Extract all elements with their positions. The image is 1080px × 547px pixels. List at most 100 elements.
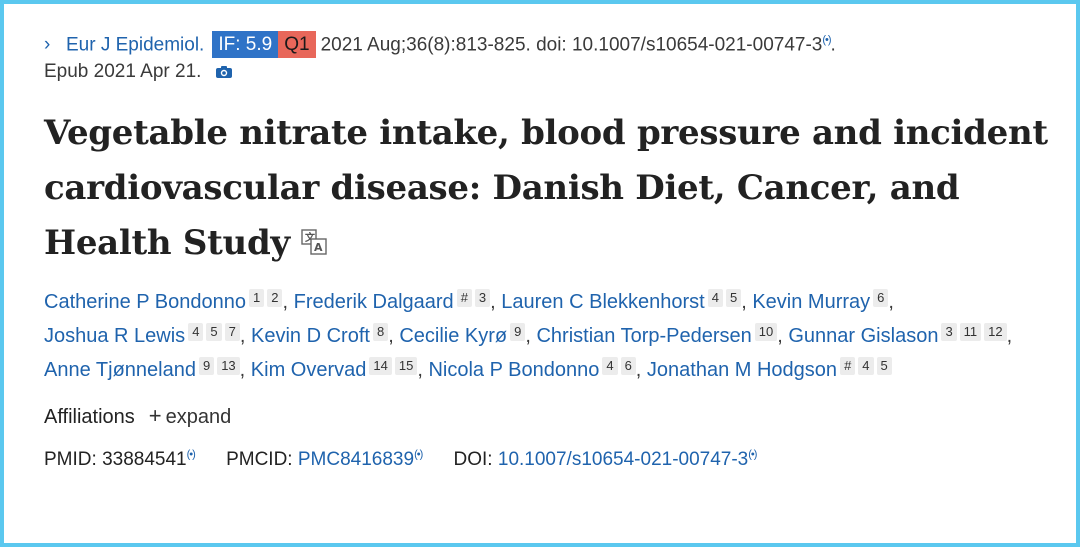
citation-details: 2021 Aug;36(8):813-825. doi: 10.1007/s10…: [320, 34, 823, 56]
affiliation-ref[interactable]: 4: [188, 322, 204, 341]
title-line-3: Health Study 文 A: [44, 216, 1064, 273]
broadcast-icon[interactable]: (•): [748, 449, 757, 461]
author-item: Catherine P Bondonno 1 2,: [44, 288, 289, 313]
author-name-link[interactable]: Frederik Dalgaard: [294, 291, 454, 313]
doi-label: DOI:: [453, 448, 493, 470]
author-item: Gunnar Gislason 3 11 12,: [788, 322, 1013, 347]
affiliation-ref[interactable]: #: [840, 356, 856, 375]
author-name-link[interactable]: Kim Overvad: [251, 359, 367, 381]
camera-icon[interactable]: [215, 58, 233, 90]
title-line-3-text: Health Study: [44, 223, 290, 263]
impact-factor-badge: IF: 5.9: [212, 31, 279, 59]
affiliation-ref[interactable]: 12: [984, 322, 1007, 341]
separator: ,: [888, 290, 894, 313]
affiliation-ref[interactable]: 1: [249, 288, 265, 307]
author-name-link[interactable]: Jonathan M Hodgson: [647, 359, 837, 381]
separator: ,: [741, 290, 747, 313]
separator: ,: [1006, 324, 1013, 347]
separator: ,: [777, 324, 783, 347]
author-item: Kevin D Croft 8,: [251, 322, 394, 347]
identifiers-row: PMID: 33884541(•) PMCID: PMC8416839(•) D…: [44, 440, 1064, 475]
author-name-link[interactable]: Gunnar Gislason: [788, 325, 938, 347]
affiliation-ref[interactable]: #: [456, 288, 472, 307]
pmcid-label: PMCID:: [226, 448, 293, 470]
author-name-link[interactable]: Catherine P Bondonno: [44, 291, 246, 313]
title-line-1: Vegetable nitrate intake, blood pressure…: [44, 113, 1048, 153]
article-title: Vegetable nitrate intake, blood pressure…: [44, 106, 1064, 273]
doi-group: DOI: 10.1007/s10654-021-00747-3(•): [453, 448, 758, 470]
affiliation-ref[interactable]: 3: [474, 288, 491, 307]
separator: ,: [388, 324, 394, 347]
author-name-link[interactable]: Nicola P Bondonno: [428, 359, 599, 381]
author-list: Catherine P Bondonno 1 2, Frederik Dalgaar…: [44, 285, 1064, 387]
author-item: Nicola P Bondonno 4 6,: [428, 356, 642, 381]
author-item: Anne Tjønneland 9 13,: [44, 356, 246, 381]
affiliation-ref[interactable]: 4: [602, 356, 618, 375]
author-item: Frederik Dalgaard #3,: [294, 288, 496, 313]
author-item: Christian Torp-Pedersen 10,: [536, 322, 783, 347]
translate-icon[interactable]: 文 A: [300, 218, 328, 273]
doi-link[interactable]: 10.1007/s10654-021-00747-3: [498, 449, 748, 470]
author-item: Kevin Murray 6,: [752, 288, 894, 313]
pmid-label: PMID:: [44, 448, 97, 470]
author-item: Lauren C Blekkenhorst 4 5,: [501, 288, 747, 313]
broadcast-icon[interactable]: (•): [414, 449, 423, 461]
affiliation-ref[interactable]: 11: [959, 322, 982, 341]
affiliation-ref[interactable]: 9: [198, 356, 215, 375]
citation-line-2: Epub 2021 Apr 21.: [44, 56, 1064, 88]
author-item: Cecilie Kyrø 9,: [399, 322, 531, 347]
broadcast-icon[interactable]: (•): [822, 34, 831, 46]
author-name-link[interactable]: Lauren C Blekkenhorst: [501, 291, 704, 313]
pmid-value: 33884541: [102, 448, 187, 470]
author-name-link[interactable]: Cecilie Kyrø: [399, 325, 507, 347]
affiliation-ref[interactable]: 14: [369, 356, 392, 375]
epub-date: Epub 2021 Apr 21.: [44, 61, 202, 82]
pmcid-link[interactable]: PMC8416839: [298, 449, 414, 470]
author-name-link[interactable]: Joshua R Lewis: [44, 325, 185, 347]
author-item: Jonathan M Hodgson #4 5: [647, 356, 892, 381]
affiliation-ref[interactable]: 9: [510, 322, 526, 341]
citation-line-1: › Eur J Epidemiol. IF: 5.9 Q1 2021 Aug;36(8)…: [44, 24, 1064, 59]
pmid-group: PMID: 33884541(•): [44, 448, 196, 470]
affiliation-ref[interactable]: 13: [217, 356, 240, 375]
affiliation-ref[interactable]: 5: [876, 356, 892, 375]
separator: ,: [490, 290, 496, 313]
affiliation-ref[interactable]: 15: [394, 356, 418, 375]
citation-block: › Eur J Epidemiol. IF: 5.9 Q1 2021 Aug;36(8)…: [44, 24, 1064, 88]
affiliation-ref[interactable]: 4: [707, 288, 723, 307]
pmcid-group: PMCID: PMC8416839(•): [226, 448, 423, 470]
affiliation-ref[interactable]: 3: [941, 322, 957, 341]
page-frame: › Eur J Epidemiol. IF: 5.9 Q1 2021 Aug;36(8)…: [0, 0, 1080, 547]
separator: ,: [525, 324, 531, 347]
broadcast-icon[interactable]: (•): [187, 449, 196, 461]
separator: ,: [282, 290, 289, 313]
affiliation-ref[interactable]: 4: [858, 356, 874, 375]
affiliation-ref[interactable]: 10: [754, 322, 778, 341]
journal-link[interactable]: Eur J Epidemiol.: [66, 34, 204, 55]
author-name-link[interactable]: Anne Tjønneland: [44, 359, 196, 381]
author-name-link[interactable]: Kevin Murray: [752, 291, 870, 313]
author-name-link[interactable]: Christian Torp-Pedersen: [536, 325, 751, 347]
svg-text:A: A: [314, 241, 323, 254]
affiliation-ref[interactable]: 7: [224, 322, 240, 341]
article-header: › Eur J Epidemiol. IF: 5.9 Q1 2021 Aug;36(8)…: [44, 24, 1064, 475]
separator: ,: [417, 358, 423, 381]
affiliation-ref[interactable]: 5: [725, 288, 742, 307]
affiliation-ref[interactable]: 6: [620, 356, 636, 375]
affiliation-ref[interactable]: 8: [372, 322, 389, 341]
affiliation-ref[interactable]: 2: [267, 288, 283, 307]
title-line-2: cardiovascular disease: Danish Diet, Can…: [44, 168, 960, 208]
author-item: Kim Overvad 14 15,: [251, 356, 423, 381]
separator: ,: [635, 358, 642, 381]
author-name-link[interactable]: Kevin D Croft: [251, 325, 370, 347]
affiliations-row: Affiliations + expand: [44, 401, 1064, 432]
author-item: Joshua R Lewis 4 5 7,: [44, 322, 246, 347]
affiliations-label: Affiliations: [44, 405, 135, 428]
expand-toggle[interactable]: expand: [166, 406, 232, 428]
affiliation-ref[interactable]: 5: [206, 322, 222, 341]
separator: ,: [239, 358, 246, 381]
separator: ,: [239, 324, 246, 347]
quartile-badge: Q1: [278, 31, 316, 59]
affiliation-ref[interactable]: 6: [873, 288, 889, 307]
plus-icon[interactable]: +: [149, 401, 162, 431]
